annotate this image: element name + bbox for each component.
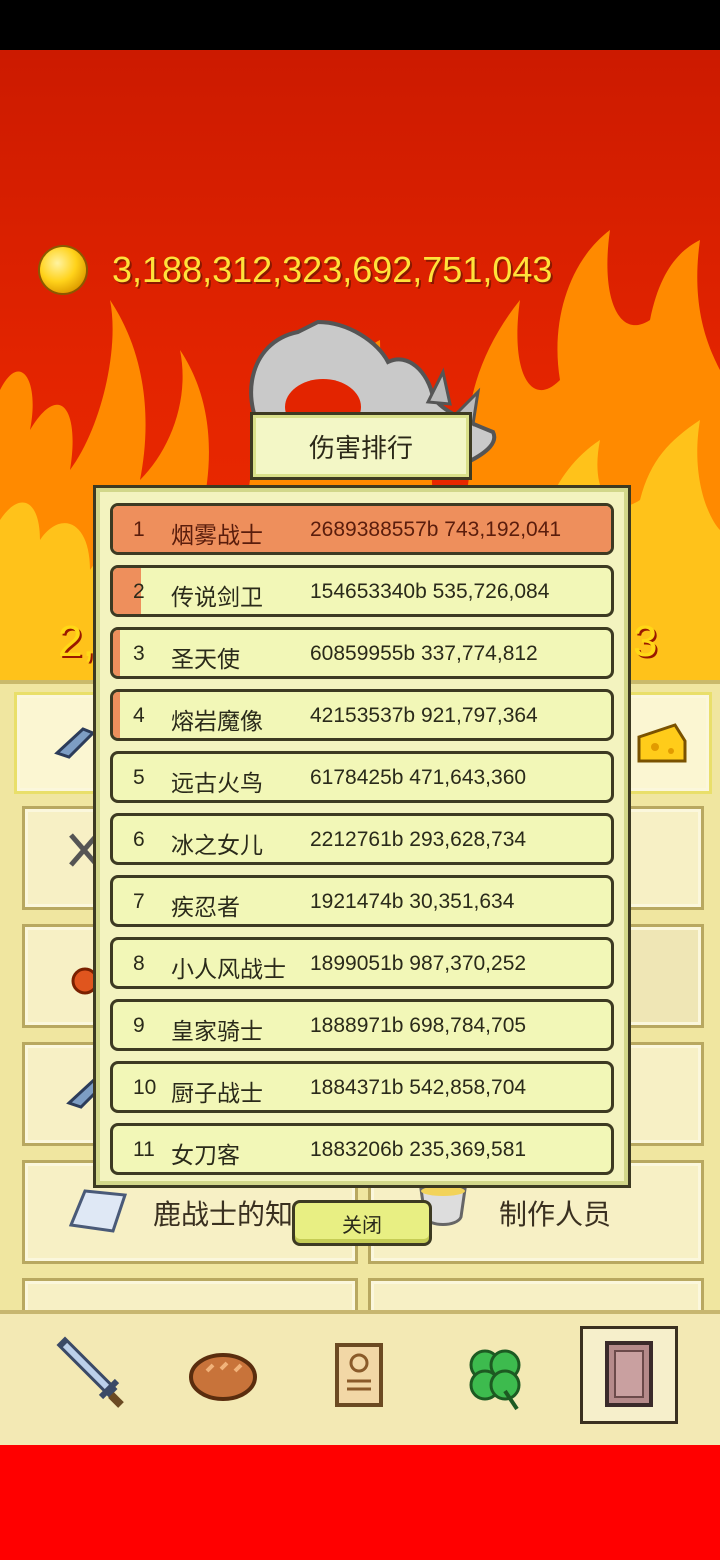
bread-icon xyxy=(189,1353,257,1401)
hero-name: 冰之女儿 xyxy=(171,832,263,858)
ranking-row: 8 小人风战士 1899051b 987,370,252 xyxy=(110,937,614,989)
gold-counter: 3,188,312,323,692,751,043 xyxy=(40,247,552,293)
cheese-icon xyxy=(637,723,687,763)
damage-value: 42153537b 921,797,364 xyxy=(310,704,538,727)
damage-share-bar xyxy=(113,630,120,676)
damage-ranking-dialog: 1 烟雾战士 2689388557b 743,192,041 2 传说剑卫 1546533… xyxy=(93,485,631,1188)
rank-number: 3 xyxy=(133,642,145,665)
damage-value: 1884371b 542,858,704 xyxy=(310,1076,527,1099)
rank-number: 9 xyxy=(133,1014,145,1037)
tab-clover[interactable] xyxy=(446,1326,544,1424)
ranking-row: 4 熔岩魔像 42153537b 921,797,364 xyxy=(110,689,614,741)
ranking-row: 9 皇家骑士 1888971b 698,784,705 xyxy=(110,999,614,1051)
bottom-strip xyxy=(0,1445,720,1560)
ranking-row: 5 远古火鸟 6178425b 471,643,360 xyxy=(110,751,614,803)
hero-stat-right: 3 xyxy=(633,617,658,666)
rank-number: 11 xyxy=(133,1138,155,1161)
damage-value: 2689388557b 743,192,041 xyxy=(310,518,562,541)
hero-name: 女刀客 xyxy=(171,1142,240,1168)
rank-number: 2 xyxy=(133,580,145,603)
hero-name: 远古火鸟 xyxy=(171,770,263,796)
ranking-row: 7 疾忍者 1921474b 30,351,634 xyxy=(110,875,614,927)
dialog-title: 伤害排行 xyxy=(250,412,472,480)
damage-value: 1921474b 30,351,634 xyxy=(310,890,515,913)
tab-book[interactable] xyxy=(580,1326,678,1424)
hero-name: 传说剑卫 xyxy=(171,584,263,610)
ranking-row: 10 厨子战士 1884371b 542,858,704 xyxy=(110,1061,614,1113)
status-bar xyxy=(0,0,720,50)
rank-number: 8 xyxy=(133,952,145,975)
credits-label: 制作人员 xyxy=(499,1199,612,1230)
rank-number: 5 xyxy=(133,766,145,789)
damage-value: 1899051b 987,370,252 xyxy=(310,952,527,975)
rank-number: 4 xyxy=(133,704,145,727)
rank-number: 7 xyxy=(133,890,145,913)
damage-value: 1883206b 235,369,581 xyxy=(310,1138,527,1161)
hero-name: 疾忍者 xyxy=(171,894,240,920)
damage-value: 6178425b 471,643,360 xyxy=(310,766,527,789)
ranking-row: 3 圣天使 60859955b 337,774,812 xyxy=(110,627,614,679)
hero-name: 皇家骑士 xyxy=(171,1018,263,1044)
tab-scroll[interactable] xyxy=(310,1326,408,1424)
hero-stat-left: 2, xyxy=(58,617,95,666)
tab-bread[interactable] xyxy=(174,1326,272,1424)
gold-amount: 3,188,312,323,692,751,043 xyxy=(112,249,553,290)
open-book-icon xyxy=(68,1189,128,1233)
ranking-row: 11 女刀客 1883206b 235,369,581 xyxy=(110,1123,614,1175)
damage-value: 1888971b 698,784,705 xyxy=(310,1014,527,1037)
rank-number: 10 xyxy=(133,1076,157,1099)
hero-name: 烟雾战士 xyxy=(171,522,263,548)
rank-number: 6 xyxy=(133,828,145,851)
damage-value: 154653340b 535,726,084 xyxy=(310,580,550,603)
close-button[interactable]: 关闭 xyxy=(292,1200,432,1246)
tab-sword[interactable] xyxy=(42,1326,140,1424)
coin-icon xyxy=(40,247,86,293)
damage-value: 2212761b 293,628,734 xyxy=(310,828,527,851)
hero-name: 厨子战士 xyxy=(171,1080,263,1106)
ranking-row: 6 冰之女儿 2212761b 293,628,734 xyxy=(110,813,614,865)
damage-share-bar xyxy=(113,692,120,738)
book-icon xyxy=(605,1341,653,1407)
sword-icon xyxy=(56,1336,124,1408)
clover-icon xyxy=(469,1349,521,1411)
ranking-row: 1 烟雾战士 2689388557b 743,192,041 xyxy=(110,503,614,555)
damage-value: 60859955b 337,774,812 xyxy=(310,642,538,665)
rank-number: 1 xyxy=(133,518,145,541)
scroll-icon xyxy=(335,1343,383,1407)
hero-name: 熔岩魔像 xyxy=(171,708,263,734)
hero-name: 小人风战士 xyxy=(171,956,286,982)
hero-name: 圣天使 xyxy=(171,646,240,672)
ranking-row: 2 传说剑卫 154653340b 535,726,084 xyxy=(110,565,614,617)
